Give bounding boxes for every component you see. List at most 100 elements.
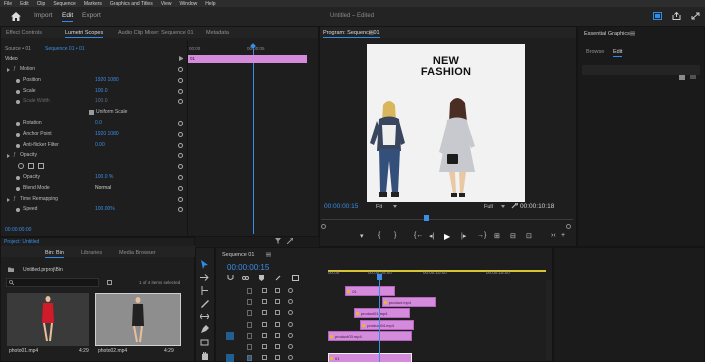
timeline-clip[interactable]: product03.mp4 [328, 330, 412, 341]
reset-icon[interactable] [178, 175, 183, 180]
track-select-tool-icon[interactable] [200, 273, 209, 282]
step-back-icon[interactable]: ◂| [429, 232, 434, 240]
effect-row-value[interactable]: Normal [95, 185, 111, 191]
output-toggle-icon[interactable] [275, 321, 280, 327]
eye-icon[interactable] [288, 299, 293, 305]
timeline-sequence-tab[interactable]: Sequence 01 [222, 252, 254, 258]
home-icon[interactable] [11, 12, 21, 21]
reset-icon[interactable] [178, 185, 183, 191]
effect-row-anchor-point[interactable]: Anchor Point 1920 1080 [3, 131, 187, 139]
tab-eg-edit[interactable]: Edit [613, 49, 623, 57]
tab-audio-clip-mixer[interactable]: Audio Clip Mixer: Sequence 01 [118, 30, 194, 36]
expand-toggle-icon[interactable] [7, 154, 10, 159]
track-lock-icon[interactable] [247, 355, 252, 362]
fullscreen-icon[interactable] [691, 12, 700, 20]
slip-tool-icon[interactable] [200, 312, 209, 321]
eye-icon[interactable] [288, 288, 293, 293]
reset-icon[interactable] [178, 67, 183, 72]
reset-icon[interactable] [178, 131, 183, 137]
tab-metadata[interactable]: Metadata [206, 30, 229, 36]
stopwatch-icon[interactable] [16, 78, 20, 83]
tab-libraries[interactable]: Libraries [81, 250, 102, 256]
snap-icon[interactable] [227, 275, 234, 281]
timeline-menu-icon[interactable] [266, 252, 271, 257]
effect-row-scale[interactable]: Scale 100.0 [3, 88, 187, 96]
menu-item-edit[interactable]: Edit [20, 1, 29, 7]
stopwatch-icon[interactable] [16, 89, 20, 94]
tab-effect-controls[interactable]: Effect Controls [6, 30, 42, 36]
expand-toggle-icon[interactable] [7, 68, 10, 72]
output-toggle-icon[interactable] [275, 344, 280, 349]
insert-icon[interactable]: ⊞ [494, 232, 500, 240]
track-lock-icon[interactable] [247, 310, 252, 317]
wrench-icon[interactable] [511, 203, 518, 209]
reset-icon[interactable] [178, 196, 183, 202]
reset-icon[interactable] [178, 153, 183, 159]
eye-icon[interactable] [288, 344, 293, 349]
eye-icon[interactable] [288, 355, 293, 361]
eye-icon[interactable] [288, 321, 293, 327]
out-point-icon[interactable]: } [394, 232, 396, 239]
menu-item-markers[interactable]: Markers [84, 1, 102, 7]
program-playhead-handle[interactable] [424, 215, 429, 221]
timeline-clip[interactable]: product.mp4 [381, 297, 436, 308]
sync-lock-icon[interactable] [262, 310, 267, 316]
ec-playhead[interactable] [253, 49, 254, 234]
stopwatch-icon[interactable] [16, 100, 20, 105]
hand-tool-icon[interactable] [200, 351, 209, 360]
effect-row-speed[interactable]: Speed 100.00% [3, 206, 187, 214]
timeline-scrollbar[interactable] [546, 280, 552, 360]
program-fit-select[interactable]: Fit [376, 204, 382, 210]
output-toggle-icon[interactable] [275, 288, 280, 293]
scrubber-zoom-left-icon[interactable] [321, 224, 326, 229]
stopwatch-icon[interactable] [16, 122, 20, 126]
effect-row-position[interactable]: Position 1920 1080 [3, 77, 187, 85]
new-bin-icon[interactable] [107, 280, 112, 285]
effect-row-value[interactable]: 100.0 [95, 88, 108, 94]
reset-icon[interactable] [178, 142, 183, 148]
settings-icon[interactable]: ›‹ [551, 232, 556, 239]
sync-lock-icon[interactable] [262, 288, 267, 293]
project-item-thumb-1[interactable] [7, 293, 89, 346]
tab-media-browser[interactable]: Media Browser [119, 250, 156, 256]
effect-row-time-remapping[interactable]: ƒ Time Remapping [3, 196, 187, 204]
pen-tool-icon[interactable] [200, 325, 209, 334]
timeline-clip[interactable]: product04.mp4 [360, 319, 414, 330]
in-point-icon[interactable]: { [378, 232, 380, 239]
rect-mask-icon[interactable] [28, 163, 34, 170]
stopwatch-icon[interactable] [16, 208, 20, 213]
marker-icon[interactable]: ▾ [360, 232, 364, 240]
filter-icon[interactable] [275, 238, 281, 244]
tab-import[interactable]: Import [34, 12, 52, 19]
reset-icon[interactable] [178, 121, 183, 126]
program-scrubber[interactable] [321, 219, 573, 220]
program-current-timecode[interactable]: 00:00:00:15 [324, 203, 358, 210]
track-lock-icon[interactable] [247, 344, 252, 350]
chevron-down-icon[interactable] [393, 205, 397, 208]
effect-row-anti-flicker-filter[interactable]: Anti-flicker Filter 0.00 [3, 142, 187, 150]
reset-icon[interactable] [178, 77, 183, 83]
step-forward-icon[interactable]: |▸ [461, 232, 466, 240]
ripple-edit-tool-icon[interactable] [200, 286, 209, 295]
tab-edit[interactable]: Edit [62, 12, 74, 22]
add-marker-icon[interactable] [258, 275, 265, 281]
eye-icon[interactable] [288, 310, 293, 316]
output-toggle-icon[interactable] [275, 355, 280, 361]
project-search-input[interactable] [6, 278, 99, 287]
export-frame-icon[interactable]: ⊡ [526, 232, 532, 240]
sync-lock-icon[interactable] [262, 299, 267, 305]
stopwatch-icon[interactable] [16, 132, 20, 137]
timeline-clip[interactable]: 01 [345, 286, 395, 296]
pen-mask-icon[interactable] [38, 163, 44, 170]
tab-browse[interactable]: Browse [586, 49, 604, 55]
sync-lock-icon[interactable] [262, 332, 267, 338]
reset-icon[interactable] [178, 88, 183, 94]
project-header-tab[interactable]: Project: Untitled [4, 239, 39, 245]
project-item-thumb-2[interactable] [95, 293, 181, 346]
linked-selection-icon[interactable] [242, 275, 249, 281]
effect-row-value[interactable]: 0.0 [95, 120, 102, 126]
selection-tool-icon[interactable] [200, 260, 209, 269]
eye-icon[interactable] [288, 332, 293, 338]
menu-item-file[interactable]: File [4, 1, 12, 7]
tab-export[interactable]: Export [82, 12, 101, 19]
